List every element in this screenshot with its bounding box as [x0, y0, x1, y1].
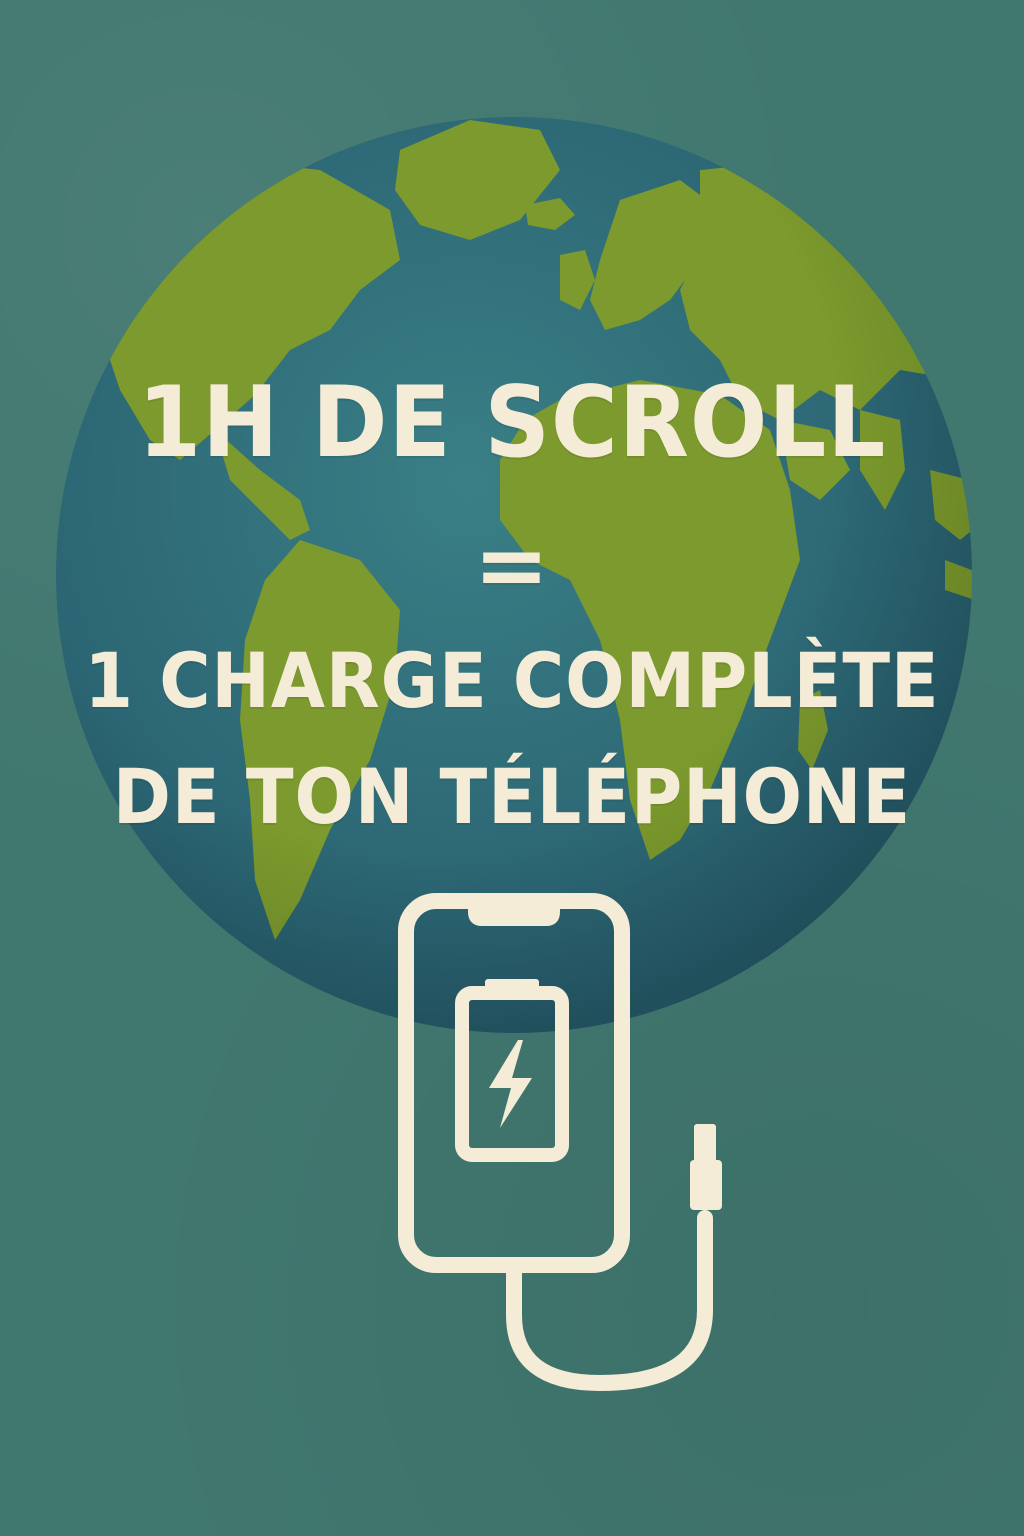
headline-line-3: 1 CHARGE COMPLÈTE: [84, 636, 940, 725]
headline-line-1: 1H DE SCROLL: [137, 366, 887, 480]
equals-sign: =: [473, 513, 551, 618]
headline-line-4: DE TON TÉLÉPHONE: [112, 752, 912, 841]
poster-background: 1H DE SCROLL = 1 CHARGE COMPLÈTE DE TON …: [0, 0, 1024, 1536]
